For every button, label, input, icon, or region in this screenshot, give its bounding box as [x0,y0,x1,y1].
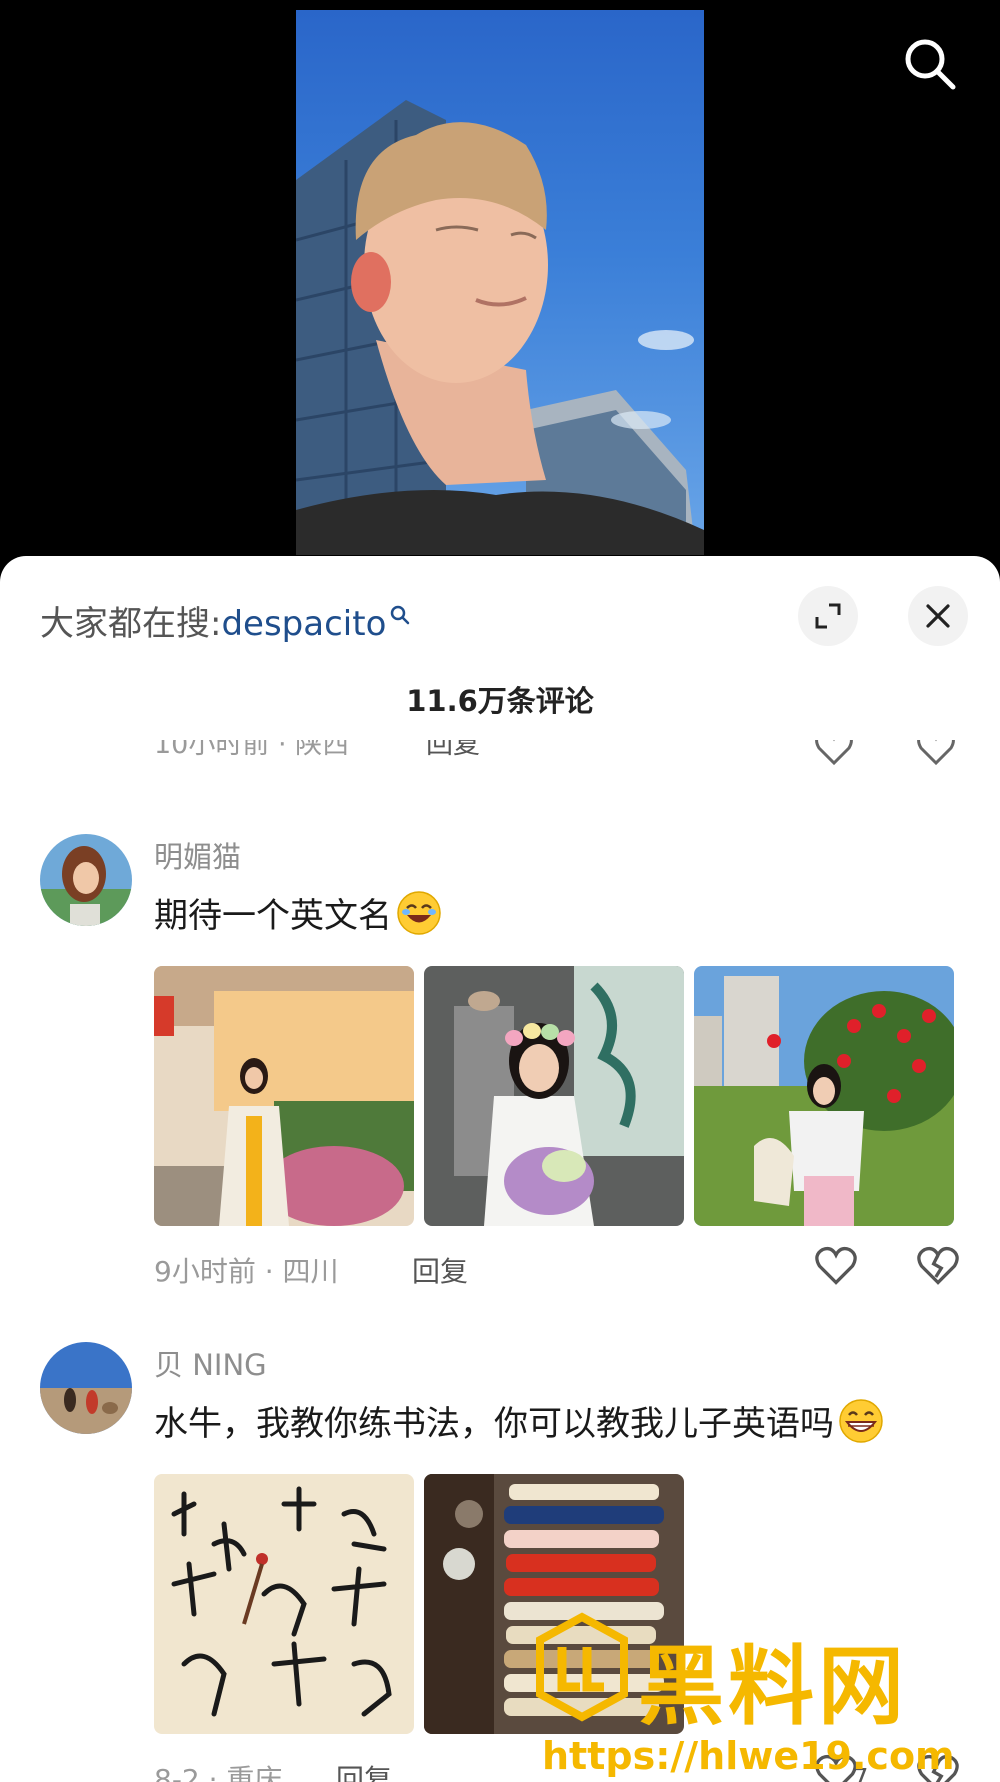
partial-comment-meta: 10小时前 · 陕西 回复 [154,740,964,770]
video-player[interactable] [0,0,1000,560]
comment-photo[interactable] [154,1474,414,1734]
expand-button[interactable] [798,586,858,646]
comment-time: 8-2 · 重庆 [154,1763,283,1782]
broken-heart-icon[interactable] [916,1244,960,1288]
search-icon[interactable] [900,34,960,94]
comment-text: 期待一个英文名 [154,888,442,945]
close-button[interactable] [908,586,968,646]
video-frame[interactable] [296,10,704,555]
reply-button[interactable]: 回复 [426,740,480,761]
broken-heart-icon[interactable] [916,740,956,770]
comment-time: 9小时前 · 四川 [154,1255,339,1288]
laughing-face-emoji [396,890,442,945]
reply-button[interactable]: 回复 [412,1250,468,1290]
comment-time: 10小时前 · 陕西 [154,740,350,760]
broken-heart-icon[interactable] [916,1752,960,1782]
comment-username[interactable]: 贝 NING [154,1342,267,1384]
comment-photo[interactable] [154,966,414,1226]
reply-button[interactable]: 回复 [336,1758,392,1782]
like-count: 7 [852,1764,869,1782]
avatar[interactable] [40,1342,132,1434]
search-icon [388,596,412,636]
comment-meta: 8-2 · 重庆 回复 7 [154,1752,964,1782]
comment-photo[interactable] [424,966,684,1226]
hot-search-label: 大家都在搜: [40,604,222,644]
comment-photo[interactable] [694,966,954,1226]
comment-count: 11.6万条评论 [406,684,594,718]
heart-icon[interactable] [814,1244,858,1288]
comment-text: 水牛，我教你练书法，你可以教我儿子英语吗 [154,1396,884,1453]
hot-search-keyword[interactable]: despacito [221,604,386,644]
heart-icon[interactable] [814,740,854,770]
comment-username[interactable]: 明媚猫 [154,834,241,876]
grinning-face-emoji [838,1398,884,1453]
avatar[interactable] [40,834,132,926]
hot-search[interactable]: 大家都在搜:despacito [40,596,412,645]
comment-photo[interactable] [424,1474,684,1734]
video-scene [296,100,704,555]
expand-icon [815,603,841,629]
comment-sheet: 大家都在搜:despacito 11.6万条评论 10小时前 · 陕西 回复 明… [0,556,1000,1782]
close-icon [926,604,950,628]
comment-text-content: 期待一个英文名 [154,896,392,936]
comment-text-content: 水牛，我教你练书法，你可以教我儿子英语吗 [154,1404,834,1444]
comment-meta: 9小时前 · 四川 回复 [154,1244,964,1290]
